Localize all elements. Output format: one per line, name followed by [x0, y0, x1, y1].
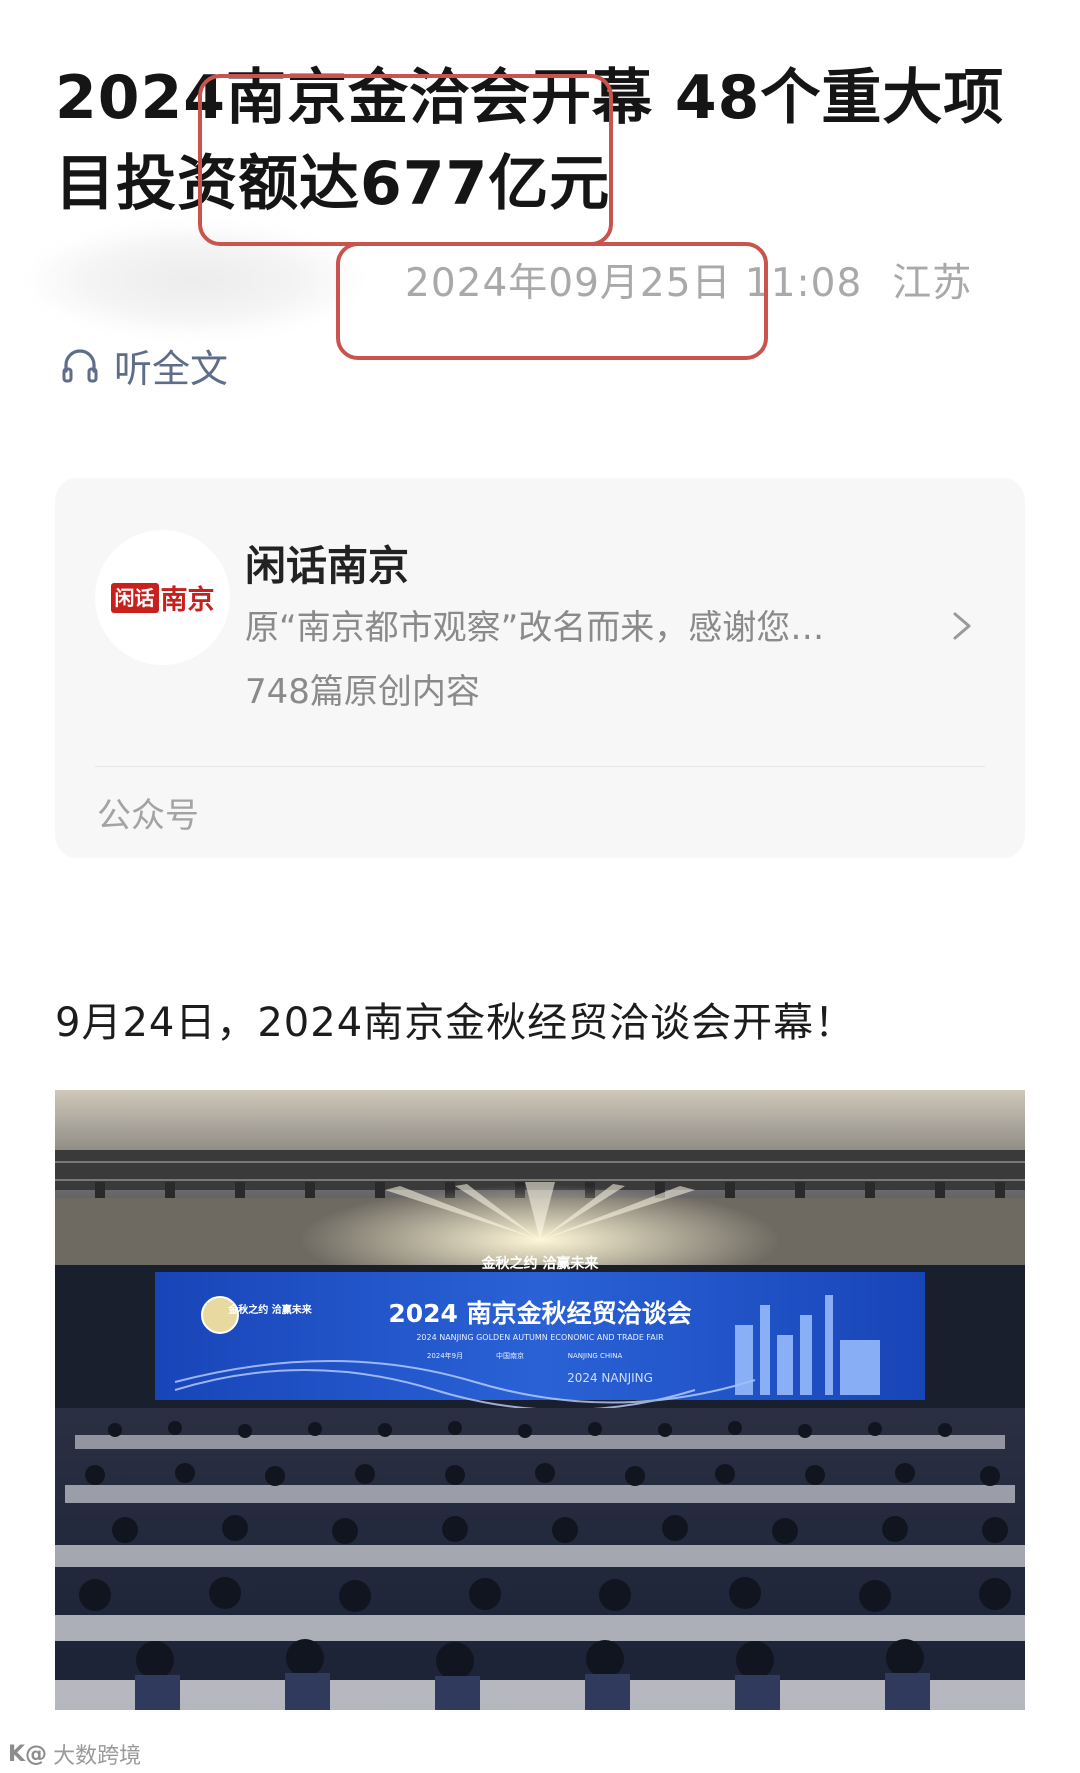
watermark-text: 大数跨境: [53, 1744, 142, 1769]
account-description: 原“南京都市观察”改名而来，感谢您…: [245, 608, 825, 648]
stage-place-cn: 中国南京: [496, 1351, 524, 1360]
headphones-icon: [62, 349, 98, 383]
title-highlight-annotation: [198, 74, 613, 246]
stage-subtitle: 2024 NANJING GOLDEN AUTUMN ECONOMIC AND …: [416, 1333, 664, 1342]
account-article-count: 748篇原创内容: [245, 672, 480, 712]
date-highlight-annotation: [336, 242, 768, 360]
card-divider: [95, 766, 985, 767]
stage-slogan: 金秋之约 洽赢未来: [481, 1255, 600, 1272]
watermark-logo: K@: [8, 1741, 48, 1767]
stage-logo-text: 金秋之约 洽赢未来: [227, 1303, 312, 1316]
watermark: K@ 大数跨境: [8, 1738, 141, 1770]
article-lead-paragraph: 9月24日，2024南京金秋经贸洽谈会开幕！: [55, 1000, 856, 1046]
account-logo-text: 南京: [160, 585, 215, 616]
stage-date: 2024年9月: [427, 1351, 463, 1360]
account-logo: 闲话 南京: [95, 530, 230, 665]
stage-title: 2024 南京金秋经贸洽谈会: [388, 1299, 691, 1328]
account-name: 闲话南京: [245, 542, 409, 590]
publish-region: 江苏: [892, 261, 973, 306]
stage-year-mark: 2024 NANJING: [567, 1371, 653, 1385]
event-photo: 金秋之约 洽赢未来 金秋之约 洽赢未来 2024 南京金秋经贸洽谈会 2024 …: [55, 1090, 1025, 1710]
chevron-right-icon: [953, 612, 971, 640]
account-logo-box: 闲话: [110, 582, 159, 613]
account-card[interactable]: 闲话 南京 闲话南京 原“南京都市观察”改名而来，感谢您… 748篇原创内容 公众…: [55, 478, 1025, 858]
listen-full-text-button[interactable]: 听全文: [60, 340, 229, 391]
account-type-label: 公众号: [97, 796, 199, 836]
stage-place-en: NANJING CHINA: [568, 1352, 623, 1360]
listen-label: 听全文: [114, 346, 229, 391]
